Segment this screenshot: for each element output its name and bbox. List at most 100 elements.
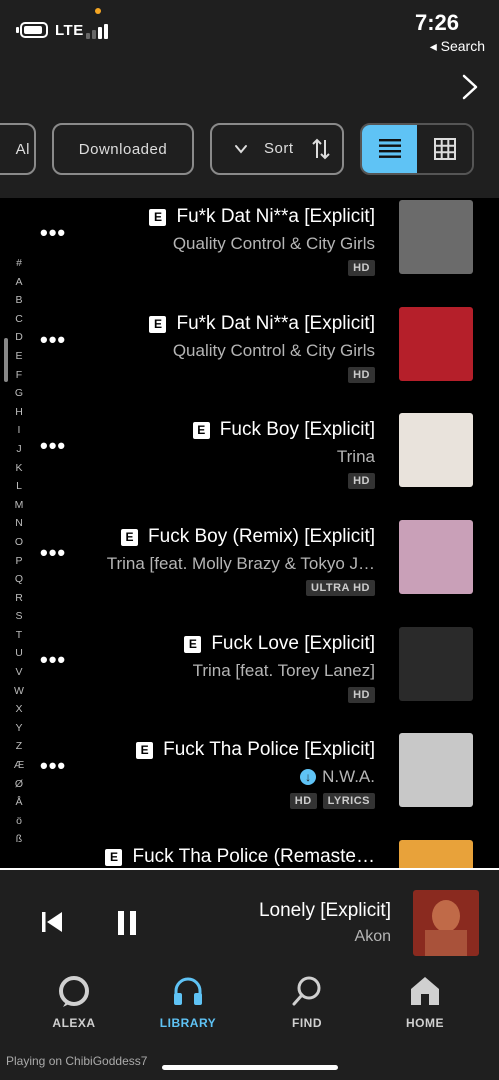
song-title: Fuck Tha Police [Explicit] [163,739,375,760]
explicit-badge: E [105,848,123,866]
song-title: Fuck Boy [Explicit] [219,419,375,440]
pause-icon[interactable] [116,910,138,936]
tab-library[interactable]: LIBRARY [143,974,233,1030]
song-row[interactable]: ••• E Fuck Love [Explicit] Trina [feat. … [0,625,499,732]
downloaded-filter-button[interactable]: Downloaded [52,123,194,175]
list-view-icon [378,139,401,158]
album-art [399,307,473,381]
song-artist-line: ↓ N.W.A. [300,767,375,787]
tab-alexa-label: ALEXA [52,1016,96,1030]
song-row[interactable]: ••• E Fuck Boy [Explicit] Trina HD [0,411,499,518]
album-art [399,627,473,701]
explicit-badge: E [192,421,210,439]
sort-label: Sort [264,140,294,157]
quality-badge: HD [348,473,375,489]
tab-alexa[interactable]: ALEXA [29,974,119,1030]
tab-home[interactable]: HOME [380,974,470,1030]
badge-group: HD LYRICS [289,793,375,809]
tab-find[interactable]: FIND [262,974,352,1030]
headphones-icon [174,977,202,1005]
grid-view-button[interactable] [417,125,472,173]
more-options-button[interactable]: ••• [40,220,66,246]
explicit-badge: E [149,208,167,226]
filter-bar: Al Downloaded Sort [0,112,499,198]
song-row[interactable]: ••• E Fu*k Dat Ni**a [Explicit] Quality … [0,305,499,412]
album-art [399,520,473,594]
library-header [0,60,499,112]
chevron-right-icon[interactable] [459,74,481,100]
list-view-button[interactable] [362,125,417,173]
filter-chip-partial-label: Al [15,140,30,158]
signal-icon [86,23,110,39]
filter-chip-partial[interactable]: Al [0,123,36,175]
song-title: Fuck Boy (Remix) [Explicit] [148,526,375,547]
song-artist-line: Trina [feat. Molly Brazy & Tokyo J… [107,554,375,574]
badge-group: ULTRA HD [306,580,375,596]
more-options-button[interactable]: ••• [40,753,66,779]
explicit-badge: E [149,315,167,333]
explicit-badge: E [121,528,139,546]
song-row[interactable]: ••• E Fuck Boy (Remix) [Explicit] Trina … [0,518,499,625]
song-title-line: E Fuck Boy (Remix) [Explicit] [121,526,375,548]
now-playing-bar[interactable]: Lonely [Explicit] Akon [0,870,499,960]
now-playing-album-art [413,890,479,956]
song-row[interactable]: ••• E Fuck Tha Police (Remaste… [0,838,499,868]
casting-status: Playing on ChibiGoddess7 [6,1054,148,1068]
song-title-line: E Fu*k Dat Ni**a [Explicit] [149,313,375,335]
more-options-button[interactable]: ••• [40,433,66,459]
view-toggle [360,123,474,175]
chevron-down-icon [235,145,247,154]
song-title: Fuck Tha Police (Remaste… [132,846,375,867]
privacy-indicator-dot [95,8,101,14]
album-art [399,413,473,487]
song-title: Fuck Love [Explicit] [211,633,375,654]
song-row[interactable]: ••• E Fuck Tha Police [Explicit] ↓ N.W.A… [0,731,499,838]
explicit-badge: E [136,741,154,759]
back-to-search-link[interactable]: ◂ Search [430,38,485,55]
home-indicator[interactable] [162,1065,338,1070]
status-time: 7:26 [414,10,459,35]
song-title-line: E Fuck Tha Police [Explicit] [136,739,375,761]
song-artist-line: Trina [feat. Torey Lanez] [193,661,375,681]
quality-badge: ULTRA HD [306,580,375,596]
song-title: Fu*k Dat Ni**a [Explicit] [176,313,375,334]
search-icon [292,976,321,1006]
quality-badge: HD [289,793,317,809]
badge-group: HD [348,687,375,703]
badge-group: HD [348,260,375,276]
sort-arrows-icon [312,138,330,160]
now-playing-title: Lonely [Explicit] [258,900,391,921]
downloaded-icon: ↓ [300,769,317,785]
song-title-line: E Fuck Love [Explicit] [184,633,375,655]
song-artist-line: Quality Control & City Girls [173,341,375,361]
song-artist: Quality Control & City Girls [172,341,375,360]
status-bar: LTE 7:26 ◂ Search [0,0,499,60]
more-options-button[interactable]: ••• [40,540,66,566]
battery-tip [16,27,19,33]
song-artist: Trina [feat. Torey Lanez] [192,661,375,680]
now-playing-artist: Akon [354,928,391,945]
more-options-button[interactable]: ••• [40,327,66,353]
badge-group: HD [348,367,375,383]
song-row[interactable]: ••• E Fu*k Dat Ni**a [Explicit] Quality … [0,198,499,305]
quality-badge: LYRICS [322,793,375,809]
battery-icon [20,22,48,38]
previous-track-icon[interactable] [40,910,64,934]
grid-view-icon [433,138,456,160]
more-options-button[interactable]: ••• [40,860,66,868]
album-art [399,200,473,274]
song-list[interactable]: # A B C D E F G H I J K L M N O P Q R S T U V W X Y Z Æ Ø Åö ß ••• E F… [0,198,499,868]
quality-badge: HD [348,260,375,276]
song-artist: Quality Control & City Girls [172,234,375,253]
song-artist: Trina [336,447,375,466]
tab-library-label: LIBRARY [159,1016,217,1030]
explicit-badge: E [184,635,202,653]
song-artist-line: Trina [337,447,375,467]
sort-button[interactable]: Sort [210,123,344,175]
song-title: Fu*k Dat Ni**a [Explicit] [176,206,375,227]
network-type: LTE [55,22,84,39]
more-options-button[interactable]: ••• [40,647,66,673]
alexa-icon [59,976,89,1007]
song-title-line: E Fu*k Dat Ni**a [Explicit] [149,206,375,228]
home-icon [411,977,439,1005]
